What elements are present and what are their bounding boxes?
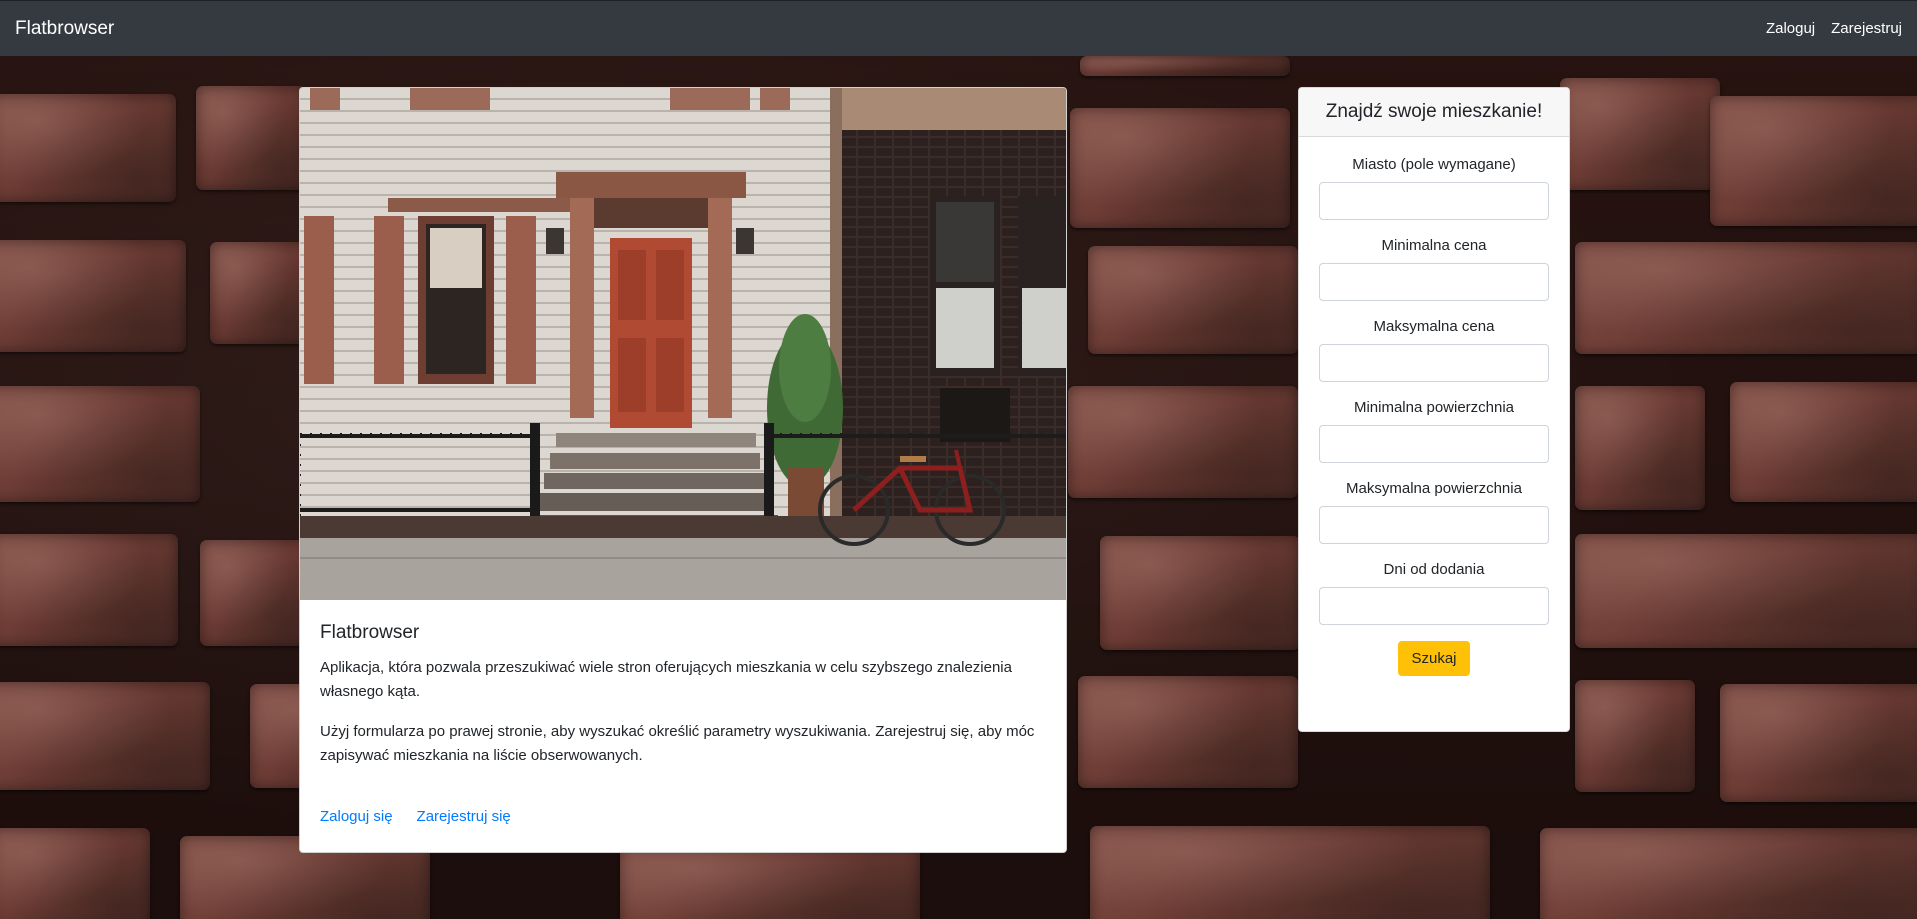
days-since-added-field-group: Dni od dodania [1319, 561, 1549, 625]
max-area-input[interactable] [1319, 506, 1549, 544]
brick [1560, 78, 1720, 190]
days-since-added-input[interactable] [1319, 587, 1549, 625]
brick [0, 534, 178, 646]
login-link[interactable]: Zaloguj się [320, 808, 393, 825]
brick [1575, 386, 1705, 510]
brick [0, 828, 150, 919]
nav-login-link[interactable]: Zaloguj [1766, 20, 1815, 37]
brick [1090, 826, 1490, 919]
min-area-label: Minimalna powierzchnia [1353, 399, 1515, 416]
max-area-label: Maksymalna powierzchnia [1346, 480, 1522, 497]
brick [1080, 56, 1290, 76]
max-price-label: Maksymalna cena [1373, 318, 1495, 335]
brick [620, 846, 920, 919]
city-label: Miasto (pole wymagane) [1352, 156, 1516, 173]
search-form-card: Znajdź swoje mieszkanie! Miasto (pole wy… [1298, 87, 1570, 732]
search-button[interactable]: Szukaj [1398, 641, 1470, 676]
register-link[interactable]: Zarejestruj się [417, 808, 511, 825]
brick [196, 86, 306, 190]
max-area-field-group: Maksymalna powierzchnia [1319, 480, 1549, 544]
days-since-added-label: Dni od dodania [1383, 561, 1485, 578]
min-area-input[interactable] [1319, 425, 1549, 463]
min-area-field-group: Minimalna powierzchnia [1319, 399, 1549, 463]
min-price-input[interactable] [1319, 263, 1549, 301]
brick [1100, 536, 1300, 650]
top-navbar: Flatbrowser Zaloguj Zarejestruj [0, 0, 1917, 56]
search-form-title: Znajdź swoje mieszkanie! [1299, 88, 1569, 137]
min-price-label: Minimalna cena [1381, 237, 1487, 254]
city-field-group: Miasto (pole wymagane) [1319, 156, 1549, 220]
brick [1575, 242, 1917, 354]
max-price-field-group: Maksymalna cena [1319, 318, 1549, 382]
navbar-brand[interactable]: Flatbrowser [15, 18, 114, 40]
brick [1575, 534, 1917, 648]
townhouse-photo [300, 88, 1066, 600]
brick [0, 682, 210, 790]
brick [1720, 684, 1917, 802]
info-card-body: Flatbrowser Aplikacja, która pozwala prz… [300, 600, 1066, 768]
brick [1575, 680, 1695, 792]
max-price-input[interactable] [1319, 344, 1549, 382]
brick [0, 386, 200, 502]
info-card: Flatbrowser Aplikacja, która pozwala prz… [299, 87, 1067, 853]
search-form: Miasto (pole wymagane) Minimalna cena Ma… [1299, 137, 1569, 676]
info-card-links: Zaloguj się Zarejestruj się [320, 808, 511, 825]
brick [0, 240, 186, 352]
brick [1710, 96, 1917, 226]
brick [0, 94, 176, 202]
navbar-links: Zaloguj Zarejestruj [1766, 20, 1902, 37]
brick [200, 540, 310, 646]
city-input[interactable] [1319, 182, 1549, 220]
brick [1068, 386, 1298, 498]
info-card-description: Aplikacja, która pozwala przeszukiwać wi… [320, 659, 1012, 700]
brick [1088, 246, 1298, 354]
info-card-title: Flatbrowser [320, 622, 420, 643]
nav-register-link[interactable]: Zarejestruj [1831, 20, 1902, 37]
info-card-instructions: Użyj formularza po prawej stronie, aby w… [320, 723, 1035, 764]
brick [210, 242, 310, 344]
brick [1730, 382, 1917, 502]
min-price-field-group: Minimalna cena [1319, 237, 1549, 301]
brick [1070, 108, 1290, 228]
brick [1540, 828, 1917, 919]
brick [1078, 676, 1298, 788]
